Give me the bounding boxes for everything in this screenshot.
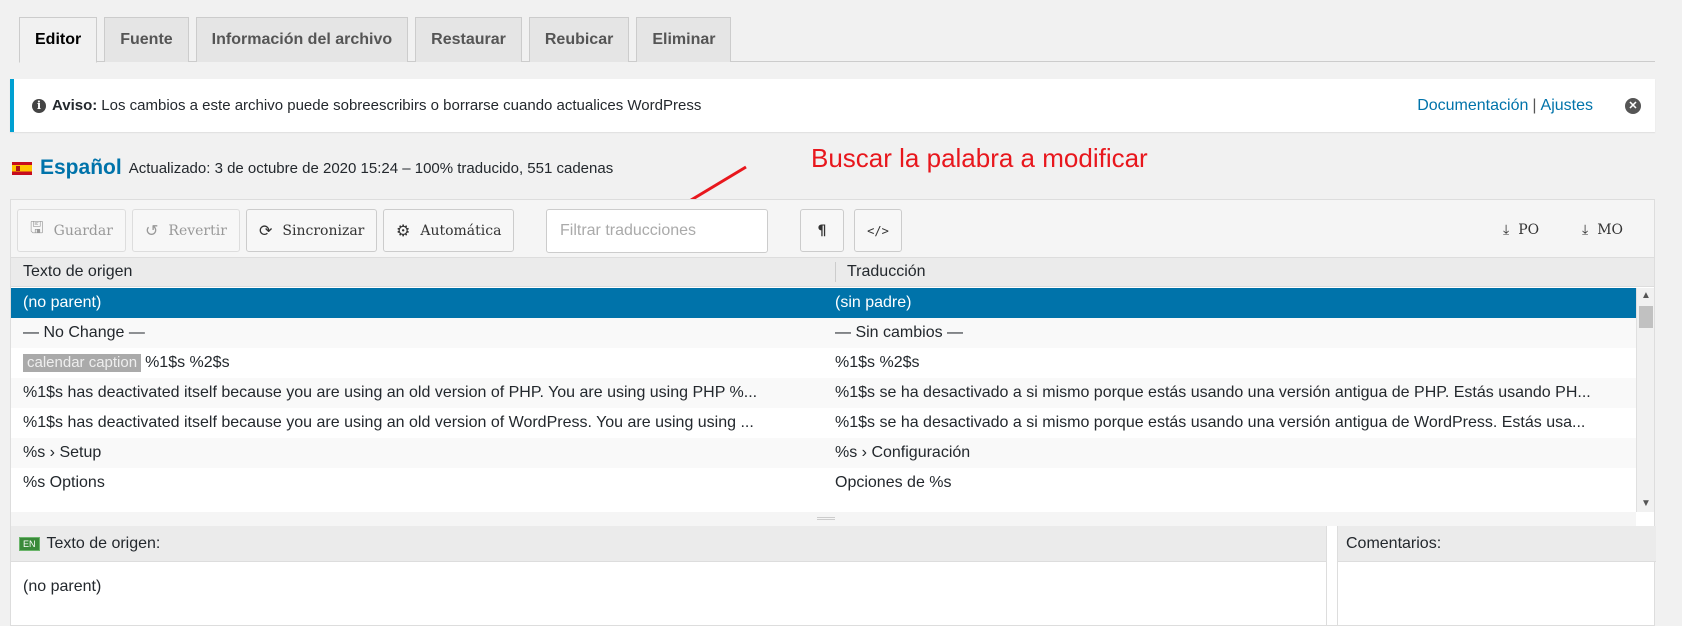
chevron-up-icon[interactable]: ▲ — [1637, 288, 1655, 304]
refresh-icon: ⟳ — [259, 221, 273, 240]
source-column-header[interactable]: Texto de origen — [23, 263, 132, 281]
chevron-down-icon[interactable]: ▼ — [1637, 496, 1655, 512]
notice-label: Aviso: — [52, 97, 98, 114]
translation-cell: %1$s se ha desactivado a si mismo porque… — [835, 384, 1591, 401]
source-text: %1$s %2$s — [145, 354, 230, 371]
source-text-pane: EN Texto de origen: (no parent) — [11, 526, 1327, 626]
source-cell: calendar caption %1$s %2$s — [23, 354, 828, 372]
sync-button[interactable]: ⟳ Sincronizar — [246, 209, 378, 252]
source-text: %1$s has deactivated itself because you … — [23, 384, 758, 401]
tab-file-info[interactable]: Información del archivo — [195, 17, 409, 62]
tab-editor[interactable]: Editor — [19, 17, 98, 63]
table-row[interactable]: %s Options Opciones de %s — [11, 468, 1636, 498]
filter-translations-input[interactable] — [546, 209, 768, 253]
table-row[interactable]: %1$s has deactivated itself because you … — [11, 408, 1636, 438]
source-cell: %1$s has deactivated itself because you … — [23, 414, 828, 432]
context-badge: calendar caption — [23, 354, 142, 372]
revert-label: Revertir — [168, 222, 227, 239]
download-po-button[interactable]: ⤓ PO — [1503, 222, 1539, 238]
annotation-text: Buscar la palabra a modificar — [811, 143, 1148, 173]
notice-text: Los cambios a este archivo puede sobrees… — [101, 97, 702, 114]
po-label: PO — [1518, 222, 1540, 238]
download-icon: ⤓ — [1582, 222, 1589, 238]
tab-delete[interactable]: Eliminar — [636, 17, 732, 62]
pane-resize-handle[interactable] — [11, 512, 1636, 526]
translation-cell: %1$s %2$s — [835, 354, 920, 371]
scrollbar-thumb[interactable] — [1639, 306, 1653, 328]
source-pane-title: Texto de origen: — [46, 534, 161, 552]
tab-bar: Editor Fuente Información del archivo Re… — [19, 17, 732, 63]
translation-cell: %1$s se ha desactivado a si mismo porque… — [835, 414, 1586, 431]
mo-label: MO — [1597, 222, 1624, 238]
translation-cell: %s › Configuración — [835, 444, 971, 461]
toggle-invisibles-button[interactable]: ¶ — [800, 209, 844, 252]
source-text: %s Options — [23, 474, 105, 491]
download-mo-button[interactable]: ⤓ MO — [1582, 222, 1623, 238]
source-text: %1$s has deactivated itself because you … — [23, 414, 754, 431]
robot-icon: ⚙ — [396, 221, 411, 240]
link-separator: | — [1532, 96, 1537, 114]
source-pane-header: EN Texto de origen: — [11, 526, 1326, 562]
spain-flag-icon — [12, 161, 32, 175]
save-button[interactable]: 🖫 Guardar — [17, 209, 126, 252]
warning-notice: i Aviso: Los cambios a este archivo pued… — [10, 79, 1655, 132]
translation-cell: (sin padre) — [835, 294, 912, 311]
floppy-icon: 🖫 — [30, 218, 44, 237]
toggle-code-button[interactable]: </> — [854, 209, 902, 252]
info-icon: i — [32, 98, 46, 113]
column-divider[interactable] — [835, 262, 836, 282]
table-row[interactable]: — No Change — — Sin cambios — — [11, 318, 1636, 348]
source-text: (no parent) — [23, 294, 102, 311]
notice-links: Documentación | Ajustes — [1417, 97, 1593, 115]
list-scrollbar[interactable]: ▲ ▼ — [1636, 288, 1654, 512]
settings-link[interactable]: Ajustes — [1541, 97, 1593, 114]
grid-header: Texto de origen Traducción — [11, 257, 1654, 287]
save-label: Guardar — [53, 222, 113, 239]
source-cell: %s Options — [23, 474, 828, 492]
pilcrow-icon: ¶ — [817, 222, 827, 239]
locale-meta: Actualizado: 3 de octubre de 2020 15:24 … — [128, 159, 614, 177]
editor-toolbar: 🖫 Guardar ↺ Revertir ⟳ Sincronizar ⚙ Aut… — [11, 200, 1654, 257]
documentation-link[interactable]: Documentación — [1417, 97, 1528, 114]
source-cell: — No Change — — [23, 324, 828, 342]
tab-relocate[interactable]: Reubicar — [528, 17, 630, 62]
source-text: %s › Setup — [23, 444, 102, 461]
source-text: — No Change — — [23, 324, 145, 341]
translation-cell: Opciones de %s — [835, 474, 952, 491]
table-row[interactable]: calendar caption %1$s %2$s %1$s %2$s — [11, 348, 1636, 378]
table-row[interactable]: %1$s has deactivated itself because you … — [11, 378, 1636, 408]
locale-header: Español Actualizado: 3 de octubre de 202… — [12, 156, 613, 180]
source-cell: %1$s has deactivated itself because you … — [23, 384, 828, 402]
table-row[interactable]: %s › Setup %s › Configuración — [11, 438, 1636, 468]
source-cell: (no parent) — [23, 294, 828, 312]
tab-source[interactable]: Fuente — [104, 17, 189, 62]
english-flag-icon: EN — [19, 536, 40, 551]
tab-restore[interactable]: Restaurar — [415, 17, 522, 62]
close-icon[interactable]: ✕ — [1625, 97, 1641, 114]
translation-cell: — Sin cambios — — [835, 324, 964, 341]
language-link[interactable]: Español — [40, 156, 122, 180]
download-icon: ⤓ — [1503, 222, 1510, 238]
auto-translate-label: Automática — [420, 222, 502, 239]
source-cell: %s › Setup — [23, 444, 828, 462]
sync-label: Sincronizar — [282, 222, 365, 239]
comments-pane: Comentarios: — [1337, 526, 1656, 626]
translation-column-header[interactable]: Traducción — [847, 263, 926, 281]
code-icon: </> — [867, 223, 889, 238]
source-pane-text: (no parent) — [23, 578, 102, 595]
translation-list: (no parent) (sin padre) — No Change — — … — [11, 288, 1636, 512]
table-row[interactable]: (no parent) (sin padre) — [11, 288, 1636, 318]
undo-icon: ↺ — [145, 221, 159, 240]
comments-pane-title: Comentarios: — [1338, 526, 1656, 562]
revert-button[interactable]: ↺ Revertir — [132, 209, 240, 252]
editor-panel: 🖫 Guardar ↺ Revertir ⟳ Sincronizar ⚙ Aut… — [10, 199, 1656, 626]
auto-translate-button[interactable]: ⚙ Automática — [383, 209, 515, 252]
